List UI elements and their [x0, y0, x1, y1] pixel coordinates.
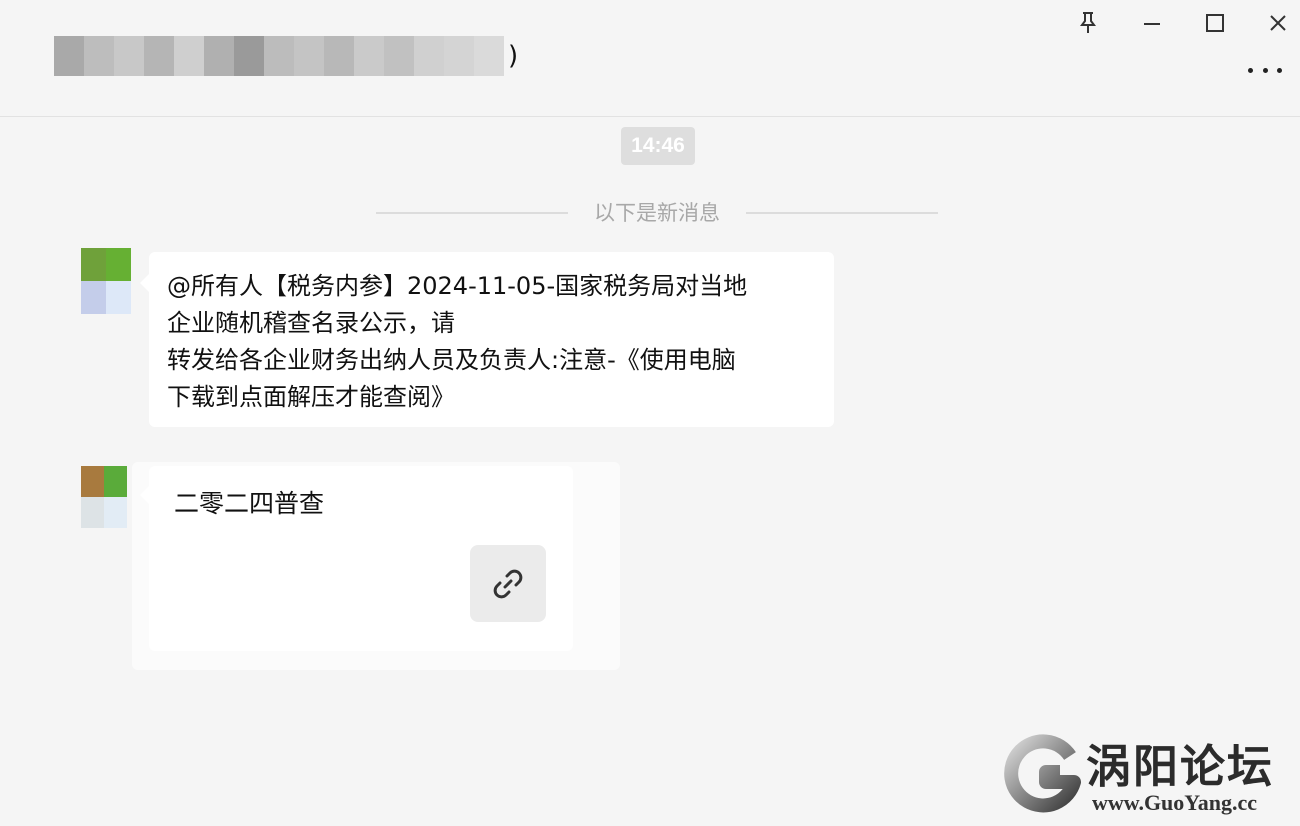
watermark-text: 涡阳论坛 — [1086, 740, 1275, 793]
title-bar: ) — [0, 0, 1300, 117]
new-messages-divider: 以下是新消息 — [594, 201, 720, 225]
avatar[interactable] — [81, 466, 127, 528]
link-icon — [470, 545, 546, 622]
divider-line-left — [376, 212, 568, 214]
watermark: 涡阳论坛 www.GuoYang.cc — [1000, 730, 1296, 820]
watermark-url: www.GuoYang.cc — [1092, 790, 1258, 815]
minimize-icon[interactable] — [1137, 8, 1167, 38]
close-icon[interactable] — [1263, 8, 1293, 38]
message-line: @所有人【税务内参】2024-11-05-国家税务局对当地 — [167, 272, 748, 300]
chat-title: ) — [54, 36, 518, 76]
link-card-title: 二零二四普查 — [174, 489, 325, 518]
message-bubble[interactable]: @所有人【税务内参】2024-11-05-国家税务局对当地 企业随机稽查名录公示… — [140, 252, 834, 427]
more-icon[interactable] — [1248, 58, 1282, 82]
message-line: 转发给各企业财务出纳人员及负责人:注意-《使用电脑 — [167, 346, 736, 374]
link-card[interactable]: 二零二四普查 — [140, 466, 573, 651]
message-line: 企业随机稽查名录公示，请 — [167, 309, 455, 337]
avatar[interactable] — [81, 248, 131, 314]
chat-title-suffix: ) — [508, 41, 519, 71]
watermark-logo-icon — [1004, 734, 1081, 813]
redacted-chat-name — [54, 36, 504, 76]
maximize-icon[interactable] — [1200, 8, 1230, 38]
message-text: @所有人【税务内参】2024-11-05-国家税务局对当地 企业随机稽查名录公示… — [167, 268, 827, 416]
message-line: 下载到点面解压才能查阅》 — [167, 383, 455, 411]
message-timestamp: 14:46 — [621, 127, 695, 165]
pin-icon[interactable] — [1073, 8, 1103, 38]
divider-line-right — [746, 212, 938, 214]
